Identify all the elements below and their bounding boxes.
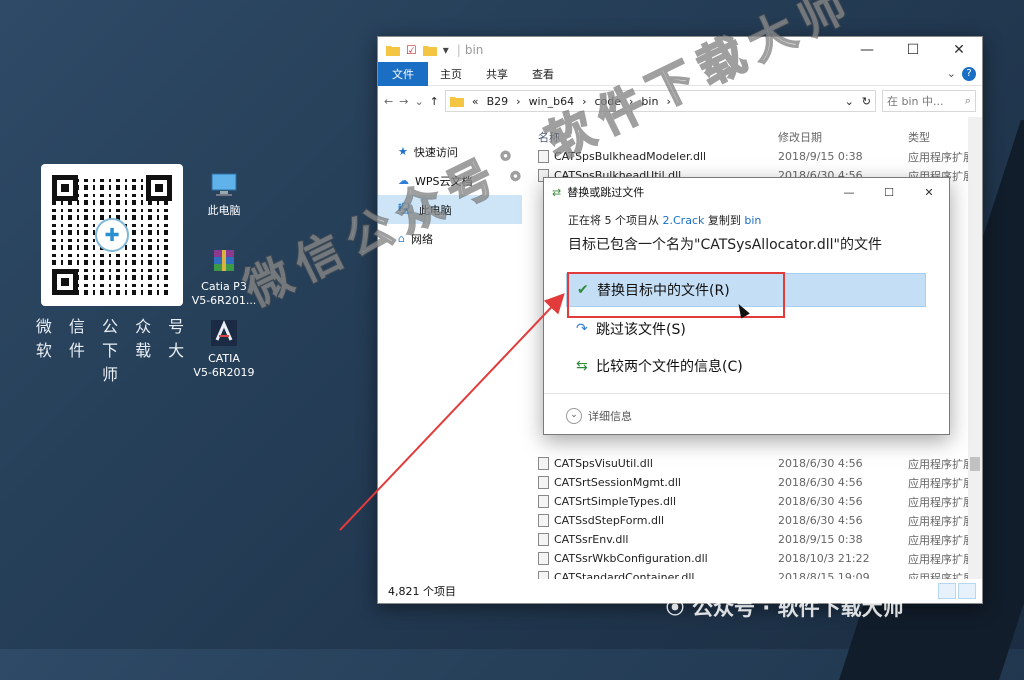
wechat-icon: ⦿ (666, 598, 684, 619)
watermark-bottom-text: 公众号 · 软件下载大师 (692, 596, 904, 620)
watermark-bottom: ⦿ 公众号 · 软件下载大师 (666, 592, 904, 622)
annotation-arrow (339, 293, 565, 531)
